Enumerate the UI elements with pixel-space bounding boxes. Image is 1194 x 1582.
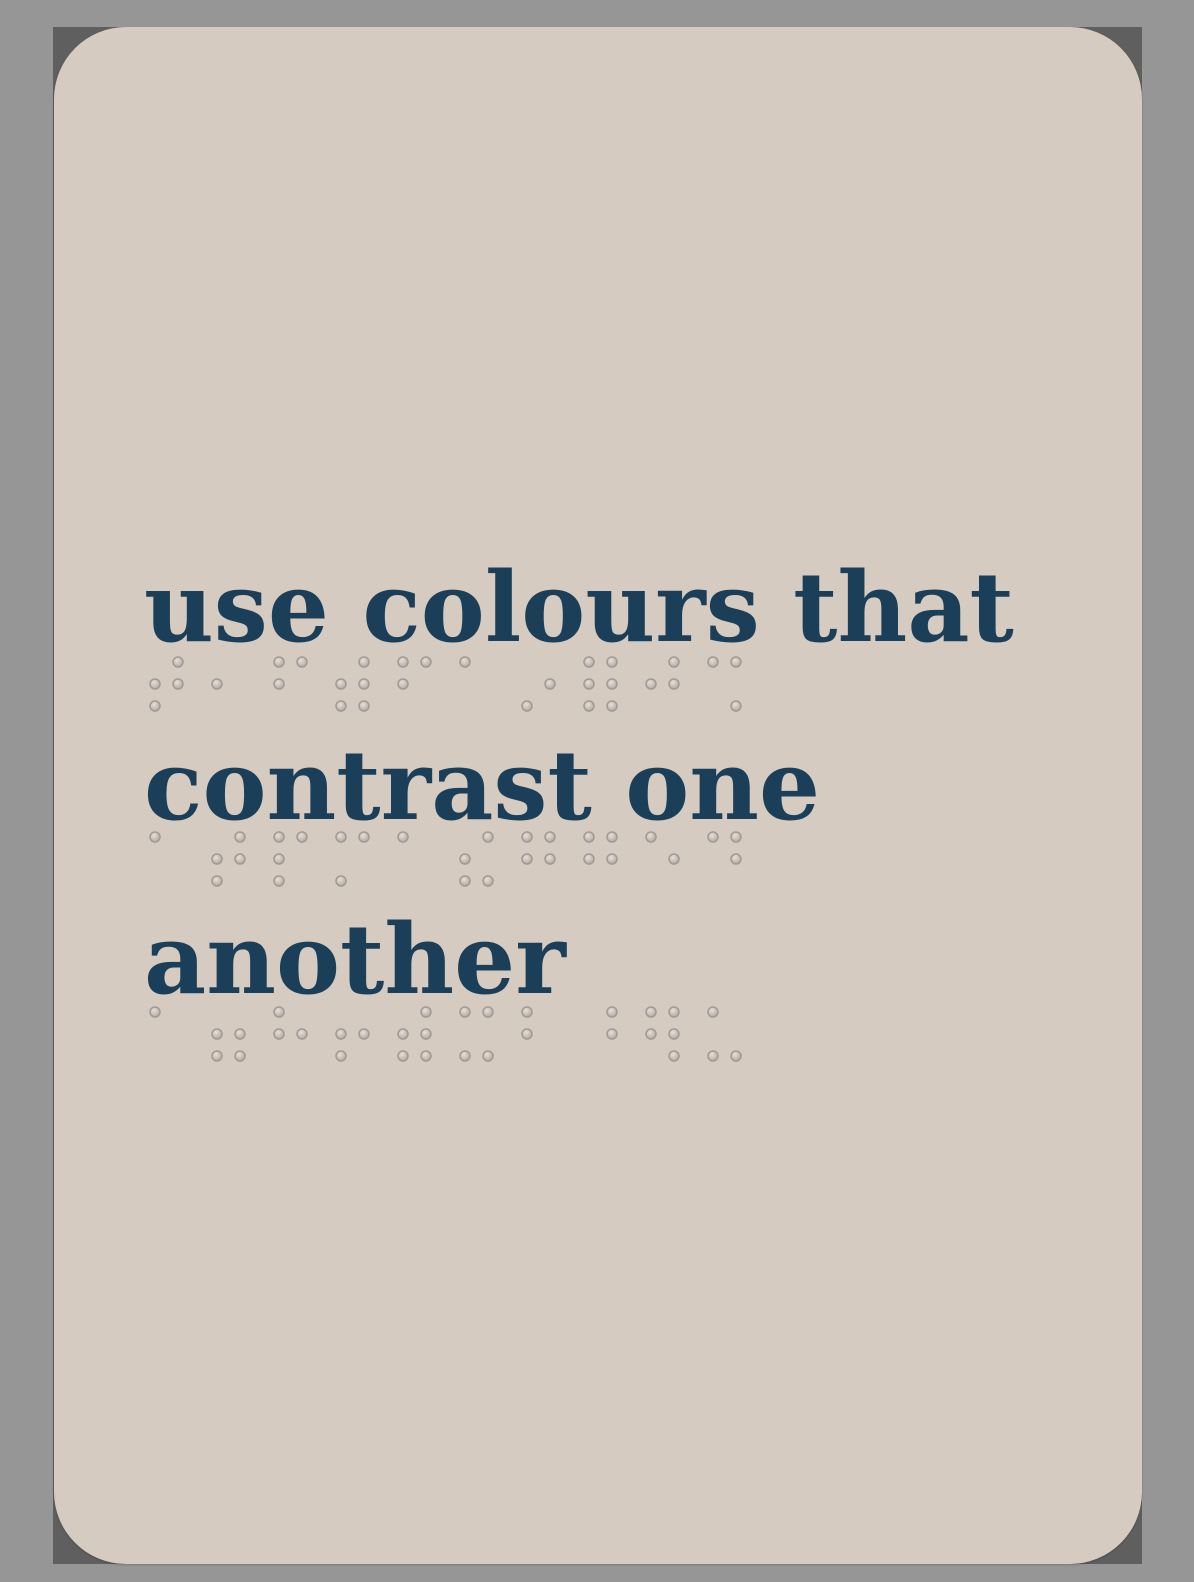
card-text-line-2: contrast one [144, 729, 821, 842]
card-text-line-3: another [144, 903, 566, 1016]
card-text-line-1: use colours that [144, 551, 1014, 664]
